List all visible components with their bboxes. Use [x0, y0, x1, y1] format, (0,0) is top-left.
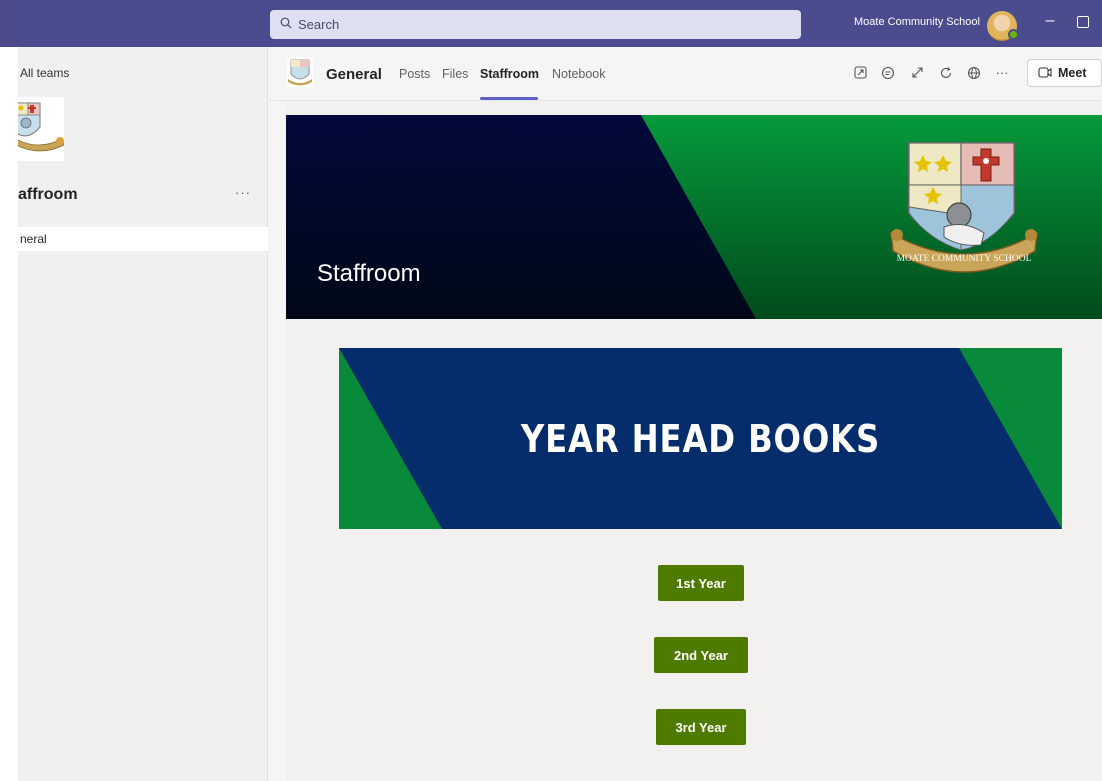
- team-name[interactable]: affroom: [18, 186, 78, 204]
- teams-panel: All teams affroom ··· neral: [18, 47, 268, 781]
- video-camera-icon: [1038, 65, 1058, 82]
- hero-banner: Staffroom MOATE COMMUNITY SCHOOL: [286, 115, 1102, 319]
- channel-team-logo: [287, 57, 313, 87]
- meet-label: Meet: [1058, 66, 1087, 80]
- app-rail-top: [0, 0, 18, 47]
- team-logo: [18, 97, 64, 161]
- first-year-button[interactable]: 1st Year: [658, 565, 744, 601]
- channel-item-label: neral: [20, 232, 47, 246]
- pop-out-icon[interactable]: [910, 66, 924, 80]
- school-crest: MOATE COMMUNITY SCHOOL: [889, 135, 1039, 290]
- conversation-icon[interactable]: [881, 66, 895, 80]
- third-year-button[interactable]: 3rd Year: [656, 709, 746, 745]
- tab-posts[interactable]: Posts: [399, 67, 430, 81]
- tab-files[interactable]: Files: [442, 67, 468, 81]
- more-options-icon[interactable]: ···: [995, 66, 1009, 80]
- search-input[interactable]: Search: [270, 10, 801, 39]
- search-placeholder: Search: [298, 17, 340, 32]
- tab-staffroom[interactable]: Staffroom: [480, 67, 539, 81]
- channel-header: General Posts Files Staffroom Notebook ·…: [269, 47, 1102, 101]
- hero-title: Staffroom: [317, 260, 421, 287]
- expand-tab-icon[interactable]: [853, 66, 867, 80]
- tab-content: Staffroom MOATE COMMUNITY SCHOOL YEAR HE…: [286, 101, 1102, 781]
- all-teams-link[interactable]: All teams: [20, 66, 69, 80]
- search-icon: [280, 17, 298, 32]
- crest-motto: MOATE COMMUNITY SCHOOL: [897, 254, 1032, 264]
- active-tab-indicator: [480, 97, 538, 100]
- channel-title: General: [326, 66, 382, 83]
- meet-button[interactable]: Meet: [1027, 59, 1102, 87]
- app-rail: [0, 0, 18, 781]
- org-name: Moate Community School: [854, 16, 980, 28]
- globe-icon[interactable]: [967, 66, 981, 80]
- reload-icon[interactable]: [939, 66, 953, 80]
- tab-notebook[interactable]: Notebook: [552, 67, 606, 81]
- year-head-books-banner: YEAR HEAD BOOKS: [339, 348, 1062, 529]
- maximize-icon[interactable]: [1077, 16, 1089, 28]
- presence-available-icon: [1008, 29, 1019, 40]
- second-year-button[interactable]: 2nd Year: [654, 637, 748, 673]
- banner-title: YEAR HEAD BOOKS: [520, 416, 881, 461]
- minimize-icon[interactable]: –: [1040, 12, 1060, 32]
- team-more-options-icon[interactable]: ···: [235, 185, 251, 200]
- channel-item-general[interactable]: neral: [18, 227, 268, 251]
